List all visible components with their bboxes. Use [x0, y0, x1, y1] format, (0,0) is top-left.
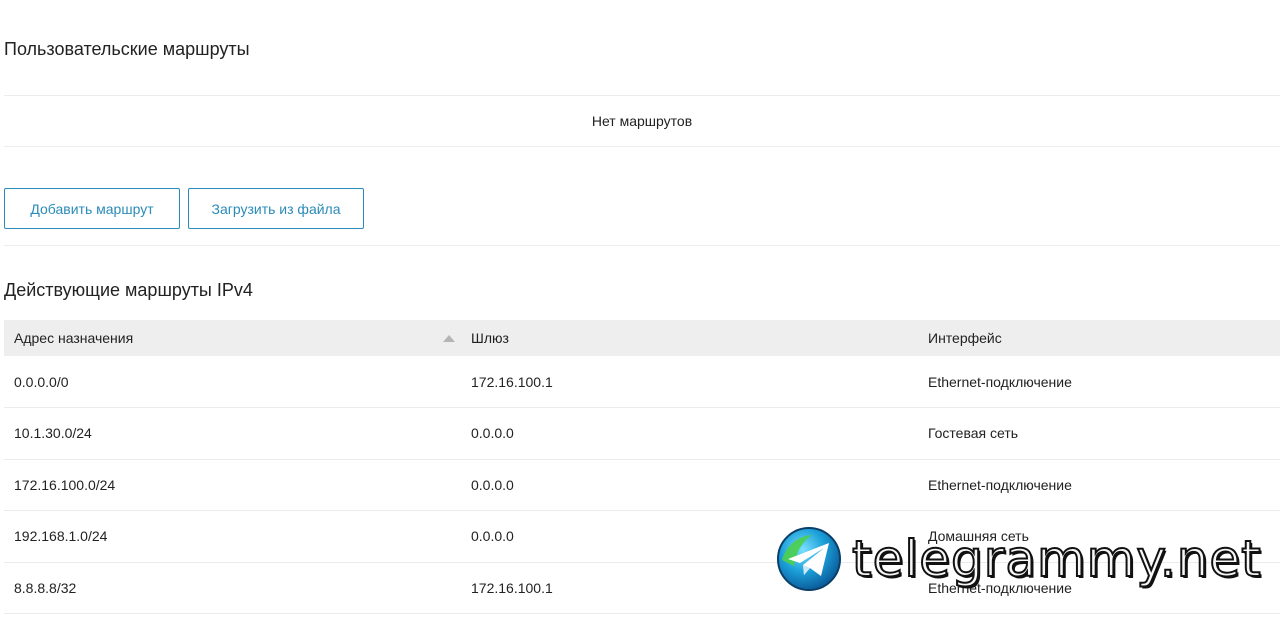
column-header-destination[interactable]: Адрес назначения: [4, 320, 461, 356]
column-header-label: Шлюз: [471, 330, 509, 346]
column-header-label: Адрес назначения: [14, 330, 134, 346]
cell-gateway: 172.16.100.1: [471, 373, 553, 390]
cell-gateway: 0.0.0.0: [471, 476, 514, 493]
no-routes-message: Нет маршрутов: [4, 95, 1280, 147]
table-row: 0.0.0.0/0 172.16.100.1 Ethernet-подключе…: [4, 356, 1280, 408]
truncated-description: [0, 0, 1280, 3]
watermark-text: telegrammy.net: [851, 530, 1262, 588]
cell-destination: 0.0.0.0/0: [14, 373, 69, 390]
table-header-row: Адрес назначения Шлюз Интерфейс: [4, 320, 1280, 356]
watermark: telegrammy.net: [776, 526, 1262, 592]
cell-interface: Ethernet-подключение: [928, 476, 1072, 493]
sort-ascending-icon[interactable]: [443, 335, 455, 342]
cell-destination: 172.16.100.0/24: [14, 476, 116, 493]
cell-gateway: 0.0.0.0: [471, 425, 514, 442]
section-divider: [4, 245, 1280, 246]
table-row: 10.1.30.0/24 0.0.0.0 Гостевая сеть: [4, 408, 1280, 459]
column-header-label: Интерфейс: [928, 330, 1002, 346]
load-from-file-button[interactable]: Загрузить из файла: [188, 188, 364, 229]
table-row: 172.16.100.0/24 0.0.0.0 Ethernet-подключ…: [4, 459, 1280, 511]
add-route-button[interactable]: Добавить маршрут: [4, 188, 180, 229]
cell-interface: Гостевая сеть: [928, 425, 1019, 442]
cell-destination: 192.168.1.0/24: [14, 528, 108, 545]
routes-page: Пользовательские маршруты Нет маршрутов …: [0, 0, 1280, 619]
cell-destination: 10.1.30.0/24: [14, 425, 92, 442]
column-header-interface[interactable]: Интерфейс: [918, 320, 1280, 356]
user-routes-title: Пользовательские маршруты: [4, 39, 250, 59]
active-routes-title: Действующие маршруты IPv4: [4, 280, 253, 300]
cell-destination: 8.8.8.8/32: [14, 579, 77, 596]
column-header-gateway[interactable]: Шлюз: [461, 320, 918, 356]
telegram-plane-icon: [777, 527, 841, 591]
cell-interface: Ethernet-подключение: [928, 373, 1072, 390]
